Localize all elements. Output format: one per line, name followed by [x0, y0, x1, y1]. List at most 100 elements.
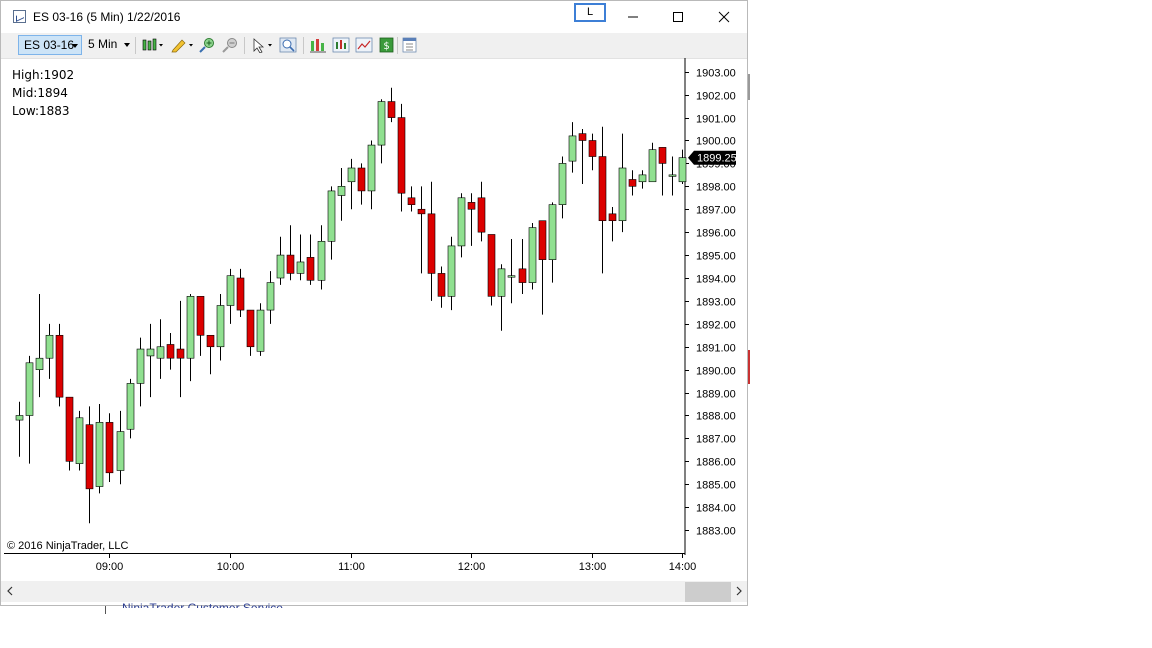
- candle-body[interactable]: [467, 202, 476, 210]
- candle-body[interactable]: [266, 282, 275, 311]
- candle-body[interactable]: [216, 305, 225, 348]
- candle-body[interactable]: [337, 186, 346, 196]
- candlestick-chart[interactable]: 1903.001902.001901.001900.001899.001898.…: [1, 58, 748, 581]
- candle-body[interactable]: [236, 277, 245, 311]
- horizontal-scrollbar[interactable]: [1, 581, 747, 602]
- candle-body[interactable]: [95, 422, 104, 487]
- candle-body[interactable]: [347, 167, 356, 183]
- candle-body[interactable]: [528, 227, 537, 283]
- candle-body[interactable]: [136, 348, 145, 384]
- candle-body[interactable]: [65, 396, 74, 462]
- candle-body[interactable]: [256, 309, 265, 352]
- background-edge: [748, 358, 750, 384]
- candle-body[interactable]: [186, 296, 195, 359]
- candle-body[interactable]: [55, 334, 64, 398]
- candle-body[interactable]: [25, 362, 34, 416]
- candle-body[interactable]: [166, 344, 175, 359]
- y-tick-label: 1901.00: [696, 114, 736, 126]
- candle-body[interactable]: [306, 257, 315, 281]
- candle-body[interactable]: [176, 348, 185, 359]
- cursor-pointer-icon[interactable]: [251, 37, 275, 53]
- scroll-left-icon[interactable]: [5, 586, 15, 596]
- strategies-icon[interactable]: [309, 37, 327, 53]
- chart-trader-icon[interactable]: [355, 37, 373, 53]
- dollar-icon[interactable]: $: [378, 37, 396, 53]
- candle-body[interactable]: [357, 167, 366, 192]
- candle-body[interactable]: [407, 197, 416, 205]
- magnifier-icon[interactable]: [279, 37, 297, 53]
- candle-body[interactable]: [246, 309, 255, 348]
- candle-body[interactable]: [678, 157, 687, 183]
- candle-body[interactable]: [105, 422, 114, 474]
- maximize-button[interactable]: [655, 1, 701, 33]
- candle-body[interactable]: [618, 167, 627, 222]
- high-label: High:1902: [12, 68, 75, 82]
- candle-body[interactable]: [327, 190, 336, 242]
- candle-body[interactable]: [387, 101, 396, 118]
- candle-body[interactable]: [417, 208, 426, 215]
- pencil-draw-icon[interactable]: [170, 37, 194, 53]
- candle-body[interactable]: [226, 275, 235, 306]
- candle-body[interactable]: [317, 241, 326, 281]
- chart-app-icon: [13, 10, 26, 23]
- y-tick-label: 1897.00: [696, 205, 736, 217]
- candle-body[interactable]: [558, 163, 567, 205]
- candle-body[interactable]: [578, 133, 587, 141]
- scroll-thumb[interactable]: [685, 582, 731, 602]
- chart-area[interactable]: 1903.001902.001901.001900.001899.001898.…: [1, 58, 748, 581]
- candle-body[interactable]: [628, 179, 637, 187]
- candle-body[interactable]: [638, 174, 647, 183]
- instrument-selector[interactable]: ES 03-16: [18, 35, 82, 55]
- candle-body[interactable]: [146, 348, 155, 357]
- candle-body[interactable]: [518, 268, 527, 283]
- candle-body[interactable]: [286, 254, 295, 274]
- candle-body[interactable]: [45, 334, 54, 359]
- candle-body[interactable]: [588, 140, 597, 157]
- y-tick-label: 1887.00: [696, 434, 736, 446]
- candlestick-style-icon[interactable]: [141, 37, 165, 53]
- candle-body[interactable]: [15, 415, 24, 421]
- candle-body[interactable]: [196, 296, 205, 336]
- zoom-in-icon[interactable]: [198, 37, 216, 53]
- candle-body[interactable]: [487, 234, 496, 297]
- candle-body[interactable]: [447, 245, 456, 297]
- candle-body[interactable]: [85, 424, 94, 490]
- candle-body[interactable]: [126, 383, 135, 430]
- scroll-right-icon[interactable]: [734, 586, 744, 596]
- candle-body[interactable]: [206, 334, 215, 348]
- minimize-button[interactable]: [610, 1, 656, 33]
- candle-body[interactable]: [367, 144, 376, 192]
- candle-body[interactable]: [377, 101, 386, 146]
- candle-body[interactable]: [296, 261, 305, 274]
- candle-body[interactable]: [648, 149, 657, 183]
- maximize-icon: [673, 12, 683, 22]
- close-button[interactable]: [701, 1, 747, 33]
- candle-body[interactable]: [276, 254, 285, 279]
- properties-icon[interactable]: [401, 37, 419, 53]
- interval-selector[interactable]: 5 Min: [85, 35, 133, 55]
- link-button[interactable]: L: [574, 3, 606, 22]
- candle-body[interactable]: [538, 220, 547, 260]
- candle-body[interactable]: [598, 156, 607, 222]
- candle-body[interactable]: [35, 357, 44, 370]
- candle-body[interactable]: [156, 346, 165, 359]
- candle-body[interactable]: [507, 275, 516, 278]
- candle-body[interactable]: [668, 174, 677, 177]
- candle-body[interactable]: [427, 213, 436, 274]
- candle-body[interactable]: [457, 197, 466, 247]
- candle-body[interactable]: [568, 135, 577, 162]
- candle-body[interactable]: [548, 204, 557, 260]
- title-bar[interactable]: ES 03-16 (5 Min) 1/22/2016 L: [1, 1, 747, 33]
- y-tick-label: 1903.00: [696, 68, 736, 80]
- candle-body[interactable]: [608, 213, 617, 222]
- candle-body[interactable]: [437, 273, 446, 297]
- candle-body[interactable]: [116, 431, 125, 471]
- candle-body[interactable]: [497, 268, 506, 297]
- zoom-out-icon[interactable]: [221, 37, 239, 53]
- candle-body[interactable]: [397, 117, 406, 194]
- candle-body[interactable]: [75, 417, 84, 464]
- x-tick-label: 13:00: [579, 561, 607, 573]
- candle-body[interactable]: [477, 197, 486, 233]
- indicators-icon[interactable]: [332, 37, 350, 53]
- candle-body[interactable]: [658, 147, 667, 164]
